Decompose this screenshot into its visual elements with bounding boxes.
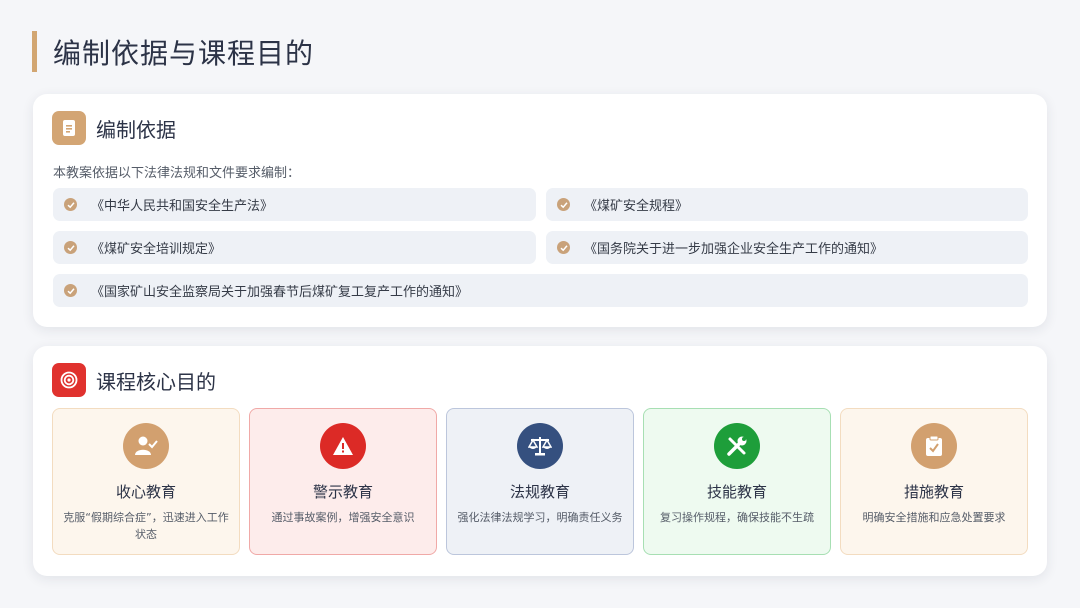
list-item: 《煤矿安全培训规定》 (53, 231, 536, 264)
goal-title: 收心教育 (115, 483, 176, 501)
list-item-label: 《煤矿安全培训规定》 (91, 242, 222, 257)
goals-card: 课程核心目的 收心教育 克服“假期综合症”，迅速进入工作状态 警示教育 通过事故… (33, 346, 1047, 576)
list-item-label: 《国务院关于进一步加强企业安全生产工作的通知》 (584, 242, 884, 257)
target-icon (52, 363, 86, 397)
goals-title: 课程核心目的 (96, 369, 216, 394)
goal-desc: 复习操作规程，确保技能不生疏 (660, 511, 814, 524)
list-item: 《中华人民共和国安全生产法》 (53, 188, 536, 221)
tools-icon (714, 423, 760, 469)
goal-title: 技能教育 (706, 483, 767, 501)
list-item-label: 《中华人民共和国安全生产法》 (91, 199, 274, 214)
list-item: 《国务院关于进一步加强企业安全生产工作的通知》 (546, 231, 1028, 264)
goal-desc: 明确安全措施和应急处置要求 (862, 511, 1006, 524)
goal-card-law: 法规教育 强化法律法规学习，明确责任义务 (446, 408, 634, 555)
warning-icon (320, 423, 366, 469)
check-icon (64, 284, 77, 297)
list-item-label: 《煤矿安全规程》 (584, 199, 689, 214)
basis-card: 编制依据 本教案依据以下法律法规和文件要求编制： 《中华人民共和国安全生产法》 … (33, 94, 1047, 327)
basis-title: 编制依据 (96, 117, 176, 142)
list-item: 《国家矿山安全监察局关于加强春节后煤矿复工复产工作的通知》 (53, 274, 1028, 307)
check-icon (557, 198, 570, 211)
check-icon (557, 241, 570, 254)
goal-card-skills: 技能教育 复习操作规程，确保技能不生疏 (643, 408, 831, 555)
clipboard-check-icon (911, 423, 957, 469)
document-icon (52, 111, 86, 145)
goals-header: 课程核心目的 (52, 363, 216, 397)
goal-title: 法规教育 (509, 483, 570, 501)
check-icon (64, 241, 77, 254)
page-title: 编制依据与课程目的 (32, 31, 314, 72)
goal-title: 警示教育 (312, 483, 373, 501)
goal-card-warning: 警示教育 通过事故案例，增强安全意识 (249, 408, 437, 555)
goal-desc: 强化法律法规学习，明确责任义务 (457, 511, 623, 524)
scale-icon (517, 423, 563, 469)
basis-intro: 本教案依据以下法律法规和文件要求编制： (53, 166, 301, 181)
goal-card-mindset: 收心教育 克服“假期综合症”，迅速进入工作状态 (52, 408, 240, 555)
goal-card-measures: 措施教育 明确安全措施和应急处置要求 (840, 408, 1028, 555)
goal-desc: 克服“假期综合症”，迅速进入工作状态 (63, 511, 229, 541)
user-check-icon (123, 423, 169, 469)
list-item: 《煤矿安全规程》 (546, 188, 1028, 221)
check-icon (64, 198, 77, 211)
list-item-label: 《国家矿山安全监察局关于加强春节后煤矿复工复产工作的通知》 (91, 285, 469, 300)
goal-title: 措施教育 (903, 483, 964, 501)
goal-desc: 通过事故案例，增强安全意识 (271, 511, 415, 524)
basis-header: 编制依据 (52, 111, 176, 145)
